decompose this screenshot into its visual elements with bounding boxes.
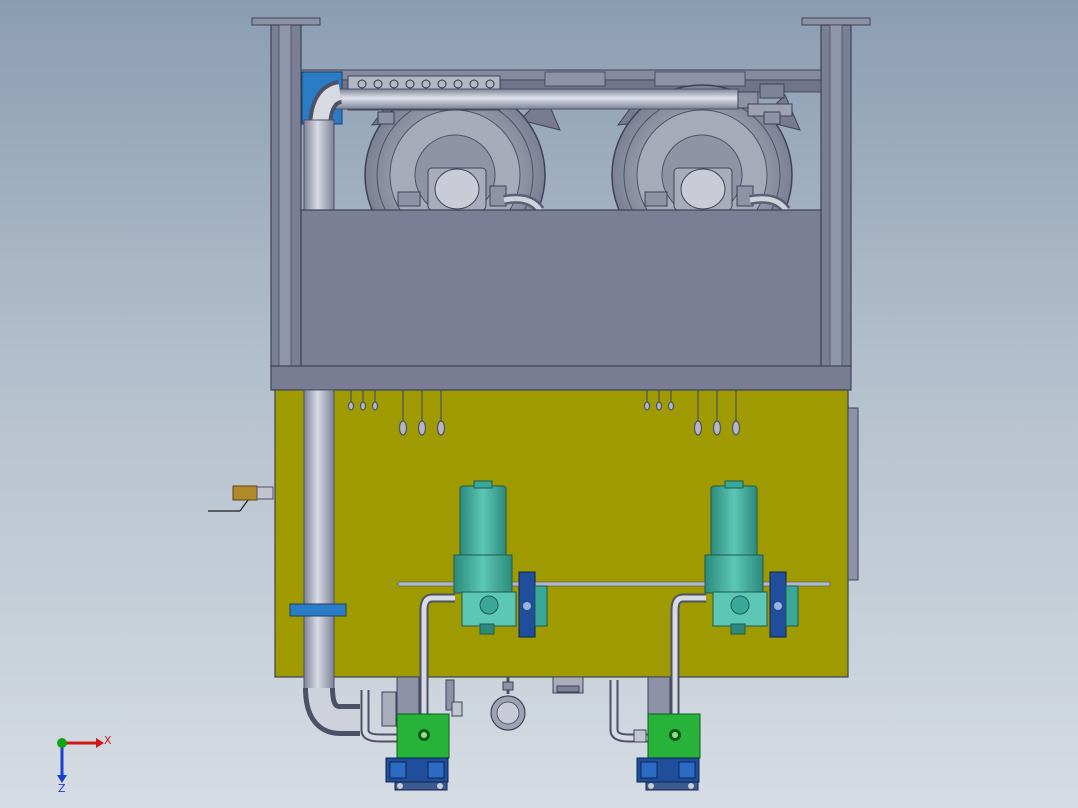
motor-cover-panel bbox=[300, 209, 822, 368]
z-axis-label: Z bbox=[58, 782, 66, 795]
cad-viewport[interactable]: X Z bbox=[0, 0, 1078, 808]
pipe-clamp bbox=[289, 603, 347, 617]
valve-block-1[interactable] bbox=[396, 713, 450, 759]
main-pressure-pipe bbox=[334, 88, 739, 110]
solenoid-valve-stack-2[interactable] bbox=[636, 757, 700, 791]
solenoid-valve-stack-1[interactable] bbox=[385, 757, 449, 791]
axis-triad: X Z bbox=[57, 734, 112, 795]
x-axis-label: X bbox=[104, 734, 112, 747]
frame-base-beam bbox=[270, 365, 852, 391]
right-post-top-flange bbox=[801, 17, 871, 26]
breather-fitting bbox=[552, 676, 584, 694]
pressure-gauge[interactable] bbox=[490, 677, 526, 731]
return-pipe-lower bbox=[303, 389, 335, 691]
left-post-top-flange bbox=[251, 17, 321, 26]
drain-valve[interactable] bbox=[208, 485, 274, 512]
valve-block-2[interactable] bbox=[647, 713, 701, 759]
return-pipe-upper bbox=[303, 119, 335, 213]
